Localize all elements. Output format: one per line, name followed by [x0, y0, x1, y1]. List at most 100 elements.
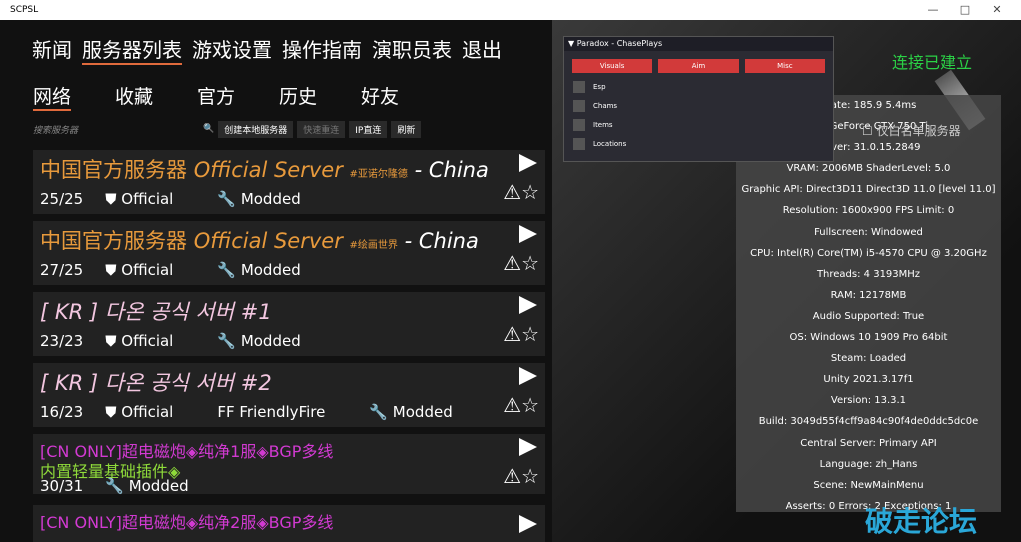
server-row[interactable]: [CN ONLY]超电磁炮◈纯净1服◈BGP多线 内置轻量基础插件◈ 30/31… [33, 434, 545, 495]
server-row[interactable]: [CN ONLY]超电磁炮◈纯净2服◈BGP多线 [33, 505, 545, 542]
official-badge: ⛊ Official [105, 261, 174, 279]
modded-badge: 🔧 Modded [105, 477, 189, 495]
refresh-button[interactable]: 刷新 [391, 120, 422, 138]
server-row[interactable]: 中国官方服务器 Official Server #亚诺尔隆德 - China 2… [33, 150, 545, 214]
modded-label: Modded [240, 332, 301, 350]
tab-friends[interactable]: 好友 [361, 82, 443, 111]
visuals-button[interactable]: Visuals [572, 59, 653, 73]
nav-credits[interactable]: 演职员表 [372, 34, 452, 65]
warn-star-icons[interactable]: ⚠☆ [503, 464, 539, 488]
official-label: Official [121, 332, 174, 350]
warn-star-icons[interactable]: ⚠☆ [503, 393, 539, 417]
tab-official[interactable]: 官方 [197, 82, 279, 111]
server-toolbar: 搜索服务器 🔍 创建本地服务器 快速重连 IP直连 刷新 [33, 120, 545, 138]
checkbox-icon[interactable] [573, 118, 585, 131]
warn-star-icons[interactable]: ⚠☆ [503, 180, 539, 204]
aim-button[interactable]: Aim [658, 59, 739, 73]
modded-badge: 🔧 Modded [217, 332, 301, 350]
warn-star-icons[interactable]: ⚠☆ [503, 322, 539, 346]
modded-label: Modded [240, 190, 301, 208]
debug-line: Steam: Loaded [830, 353, 907, 365]
debug-line: RAM: 12178MB [830, 289, 907, 301]
overlay-item[interactable]: Chams [564, 96, 833, 115]
ip-label: IP直连 [355, 125, 382, 136]
whitelist-label: 仅白名单服务器 [876, 124, 961, 138]
overlay-header[interactable]: ▼ Paradox - ChasePlays [564, 37, 833, 51]
tab-favorites[interactable]: 收藏 [115, 82, 197, 111]
modded-badge: 🔧 Modded [369, 403, 453, 421]
quick-reconnect-button[interactable]: 快速重连 [297, 120, 346, 138]
nav-quit[interactable]: 退出 [462, 34, 502, 65]
server-title: 中国官方服务器 Official Server #绘画世界 - China [40, 225, 479, 255]
server-row[interactable]: [ KR ] 다온 공식 서버 #1 23/23 ⛊ Official 🔧 Modd… [33, 292, 545, 356]
server-tag: #绘画世界 [349, 240, 398, 251]
player-count: 16/23 [40, 403, 84, 421]
close-button[interactable]: ✕ [981, 0, 1013, 20]
play-icon[interactable] [519, 367, 537, 385]
item-label: Esp [593, 82, 606, 91]
debug-line: Resolution: 1600x900 FPS Limit: 0 [782, 205, 955, 217]
main-nav: 新闻 服务器列表 游戏设置 操作指南 演职员表 退出 [32, 34, 512, 65]
ff-badge: FF FriendlyFire [217, 403, 326, 421]
create-local-server-button[interactable]: 创建本地服务器 [218, 120, 294, 138]
minimize-button[interactable]: — [917, 0, 949, 20]
play-icon[interactable] [519, 296, 537, 314]
debug-line: Threads: 4 3193MHz [816, 268, 921, 280]
official-label: Official [121, 403, 174, 421]
player-count: 25/25 [40, 190, 84, 208]
reconnect-label: 快速重连 [303, 125, 340, 136]
overlay-item[interactable]: Locations [564, 134, 833, 153]
tab-network[interactable]: 网络 [33, 82, 71, 111]
nav-server-list[interactable]: 服务器列表 [82, 34, 182, 65]
play-icon[interactable] [519, 225, 537, 243]
ip-connect-button[interactable]: IP直连 [349, 120, 388, 138]
modded-label: Modded [128, 477, 189, 495]
player-count: 27/25 [40, 261, 84, 279]
server-title: [ KR ] 다온 공식 서버 #2 [40, 371, 272, 395]
warn-star-icons[interactable]: ⚠☆ [503, 251, 539, 275]
whitelist-toggle[interactable]: ☐ 仅白名单服务器 [862, 122, 961, 139]
official-label: Official [121, 261, 174, 279]
server-suffix: - China [414, 158, 489, 182]
search-icon[interactable]: 🔍 [203, 124, 214, 134]
debug-line: Language: zh_Hans [819, 458, 918, 470]
modded-label: Modded [392, 403, 453, 421]
server-row[interactable]: 中国官方服务器 Official Server #绘画世界 - China 27… [33, 221, 545, 285]
server-row[interactable]: [ KR ] 다온 공식 서버 #2 16/23 ⛊ Official FF Fri… [33, 363, 545, 427]
server-tag: #亚诺尔隆德 [349, 169, 408, 180]
server-name: 中国官方服务器 [40, 229, 187, 253]
checkbox-icon[interactable] [573, 137, 585, 150]
modded-label: Modded [240, 261, 301, 279]
server-tabs: 网络 收藏 官方 历史 好友 [33, 82, 443, 111]
official-badge: ⛊ Official [105, 332, 174, 350]
debug-line: Fullscreen: Windowed [814, 226, 923, 238]
server-eng: Official Server [193, 229, 343, 253]
nav-settings[interactable]: 游戏设置 [192, 34, 272, 65]
search-input[interactable]: 搜索服务器 [33, 123, 203, 136]
tab-history[interactable]: 历史 [279, 82, 361, 111]
watermark: 破走论坛 [865, 505, 978, 538]
debug-line: OS: Windows 10 1909 Pro 64bit [789, 332, 948, 344]
create-label: 创建本地服务器 [224, 125, 288, 136]
refresh-label: 刷新 [397, 125, 416, 136]
overlay-item[interactable]: Esp [564, 77, 833, 96]
overlay-item[interactable]: Items [564, 115, 833, 134]
maximize-button[interactable]: □ [949, 0, 981, 20]
play-icon[interactable] [519, 438, 537, 456]
server-meta: 23/23 ⛊ Official 🔧 Modded [40, 332, 345, 350]
server-eng: Official Server [193, 158, 343, 182]
official-label: Official [121, 190, 174, 208]
item-label: Locations [593, 139, 627, 148]
nav-guide[interactable]: 操作指南 [282, 34, 362, 65]
play-icon[interactable] [519, 515, 537, 533]
connection-status: 连接已建立 [892, 53, 973, 72]
debug-line: Central Server: Primary API [800, 437, 937, 449]
play-icon[interactable] [519, 154, 537, 172]
checkbox-icon[interactable] [573, 99, 585, 112]
debug-line: Build: 3049d55f4cff9a84c90f4de0ddc5dc0e [758, 416, 979, 428]
checkbox-icon[interactable] [573, 80, 585, 93]
server-title: [CN ONLY]超电磁炮◈纯净2服◈BGP多线 [40, 513, 334, 532]
server-name: 中国官方服务器 [40, 158, 187, 182]
nav-news[interactable]: 新闻 [32, 34, 72, 65]
misc-button[interactable]: Misc [744, 59, 825, 73]
